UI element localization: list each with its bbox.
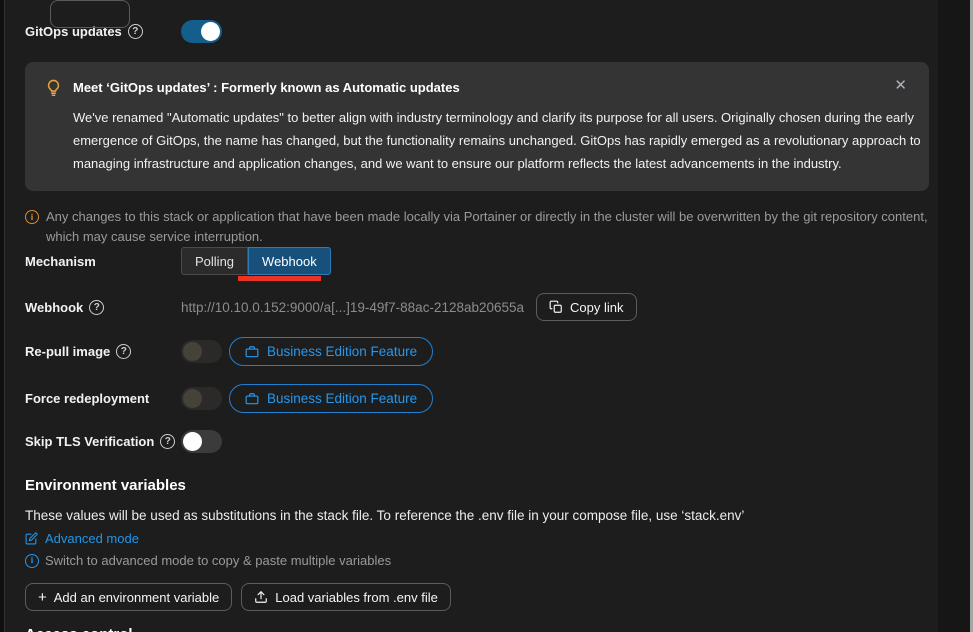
env-variables-description: These values will be used as substitutio… [25,507,932,525]
plus-icon [38,590,47,605]
gitops-updates-toggle[interactable] [181,20,222,43]
help-icon[interactable] [128,24,143,39]
upload-icon [254,590,268,604]
tab-polling[interactable]: Polling [181,247,248,275]
toggle-knob [183,389,202,408]
help-icon[interactable] [89,300,104,315]
load-env-file-label: Load variables from .env file [275,590,438,605]
skip-tls-row: Skip TLS Verification [25,430,932,453]
help-icon[interactable] [160,434,175,449]
business-edition-badge[interactable]: Business Edition Feature [229,384,433,413]
force-redeploy-toggle [181,387,222,410]
info-circle-icon [25,210,39,224]
force-redeploy-row: Force redeployment Business Edition Feat… [25,384,932,413]
skip-tls-toggle[interactable] [181,430,222,453]
business-edition-badge-label: Business Edition Feature [267,391,417,406]
annotation-red-underline [238,276,321,281]
webhook-label: Webhook [25,300,181,315]
webhook-url: http://10.10.0.152:9000/a[...]19-49f7-88… [181,300,524,315]
toggle-knob [183,432,202,451]
force-redeploy-label-text: Force redeployment [25,391,149,406]
gitops-rename-banner: Meet ‘GitOps updates’ : Formerly known a… [25,62,929,191]
close-icon[interactable]: ✕ [894,78,907,93]
advanced-mode-link[interactable]: Advanced mode [25,530,139,547]
add-env-variable-label: Add an environment variable [54,590,220,605]
form-content: GitOps updates Meet ‘GitOps updates’ : F… [25,20,932,632]
toggle-knob [201,22,220,41]
repull-image-row: Re-pull image Business Edition Feature [25,337,932,366]
overwrite-warning-text: Any changes to this stack or application… [46,207,937,247]
repull-image-toggle [181,340,222,363]
mechanism-tabgroup: Polling Webhook [181,247,331,275]
business-edition-badge[interactable]: Business Edition Feature [229,337,433,366]
right-edge-strip [938,0,970,632]
clipped-top-button[interactable] [50,0,130,28]
copy-link-label: Copy link [570,300,623,315]
mechanism-row: Mechanism Polling Webhook [25,247,932,275]
add-env-variable-button[interactable]: Add an environment variable [25,583,232,611]
banner-title: Meet ‘GitOps updates’ : Formerly known a… [73,80,460,95]
panel-border-line [4,0,5,632]
repull-image-label-text: Re-pull image [25,344,110,359]
env-variables-heading: Environment variables [25,476,932,495]
toggle-knob [183,342,202,361]
overwrite-warning: Any changes to this stack or application… [25,207,937,247]
advanced-mode-note-text: Switch to advanced mode to copy & paste … [45,552,391,569]
lightbulb-icon [45,79,62,96]
banner-body: We've renamed "Automatic updates" to bet… [73,106,933,175]
repull-image-label: Re-pull image [25,344,181,359]
edit-icon [25,532,38,545]
advanced-mode-link-label: Advanced mode [45,530,139,547]
mechanism-label: Mechanism [25,254,181,269]
copy-icon [549,300,563,314]
advanced-mode-note: Switch to advanced mode to copy & paste … [25,552,932,569]
access-control-heading: Access control [25,626,932,632]
mechanism-label-text: Mechanism [25,254,96,269]
info-circle-icon [25,554,39,568]
briefcase-icon [245,392,259,406]
business-edition-badge-label: Business Edition Feature [267,344,417,359]
skip-tls-label: Skip TLS Verification [25,434,181,449]
help-icon[interactable] [116,344,131,359]
webhook-label-text: Webhook [25,300,83,315]
stack-editor-screen: GitOps updates Meet ‘GitOps updates’ : F… [0,0,973,632]
env-variable-buttons: Add an environment variable Load variabl… [25,583,932,611]
skip-tls-label-text: Skip TLS Verification [25,434,154,449]
copy-link-button[interactable]: Copy link [536,293,636,321]
briefcase-icon [245,345,259,359]
tab-webhook[interactable]: Webhook [248,247,331,275]
force-redeploy-label: Force redeployment [25,391,181,406]
webhook-row: Webhook http://10.10.0.152:9000/a[...]19… [25,293,932,321]
banner-title-row: Meet ‘GitOps updates’ : Formerly known a… [45,79,909,96]
gitops-updates-row: GitOps updates [25,20,932,43]
load-env-file-button[interactable]: Load variables from .env file [241,583,451,611]
